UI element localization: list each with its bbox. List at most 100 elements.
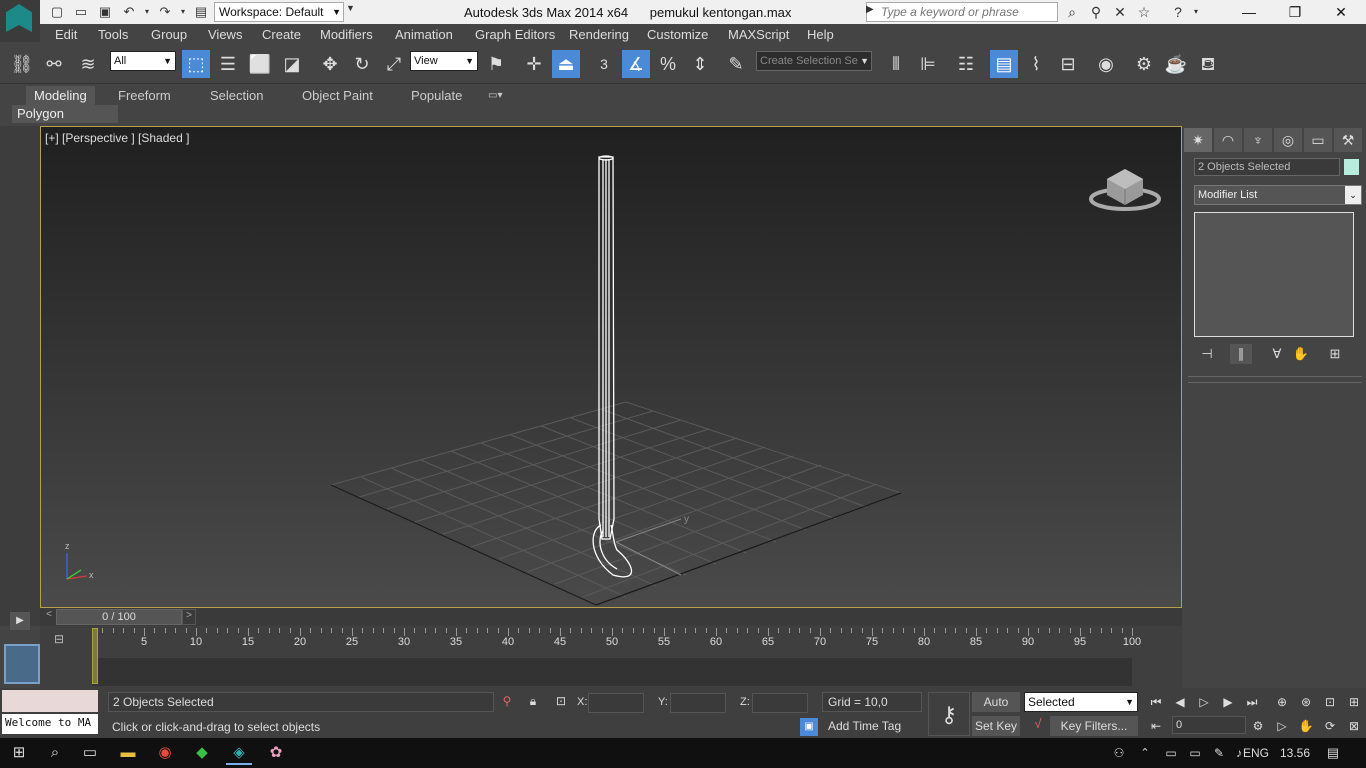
x-coord-field[interactable]: [588, 693, 644, 713]
undo-dropdown-icon[interactable]: ▾: [138, 3, 156, 21]
remove-modifier-icon[interactable]: ✋: [1290, 344, 1312, 364]
chrome-icon[interactable]: ◉: [152, 741, 178, 765]
reference-coordinate-dropdown[interactable]: View ▼: [410, 51, 478, 71]
notepad-plus-icon[interactable]: ◆: [189, 741, 215, 765]
absolute-mode-transform-icon[interactable]: ⊡: [552, 694, 570, 710]
modify-tab-icon[interactable]: ◠: [1214, 128, 1242, 152]
set-key-button[interactable]: Set Key: [972, 716, 1020, 736]
menu-rendering[interactable]: Rendering: [569, 27, 629, 42]
tab-freeform[interactable]: Freeform: [118, 86, 171, 106]
menu-create[interactable]: Create: [262, 27, 301, 42]
ribbon-panel-polygon-modeling[interactable]: Polygon Modeling: [12, 105, 118, 139]
current-time-marker[interactable]: [92, 628, 98, 684]
display-tab-icon[interactable]: ▭: [1304, 128, 1332, 152]
make-unique-icon[interactable]: ∀: [1266, 344, 1288, 364]
previous-frame-icon[interactable]: ◀: [1170, 692, 1190, 712]
rectangular-selection-icon[interactable]: ⬜: [246, 50, 274, 78]
set-keys-key-icon[interactable]: ⚷: [928, 692, 970, 736]
subscription-icon[interactable]: ⚲: [1086, 3, 1106, 21]
tab-modeling[interactable]: Modeling: [26, 86, 95, 106]
unlink-icon[interactable]: ⚯: [40, 50, 68, 78]
percent-snap-icon[interactable]: %: [654, 50, 682, 78]
search-icon[interactable]: ⌕: [42, 741, 68, 765]
save-icon[interactable]: ▣: [96, 3, 114, 21]
communication-center-icon[interactable]: ✕: [1110, 3, 1130, 21]
menu-help[interactable]: Help: [807, 27, 834, 42]
restore-icon[interactable]: ❐: [1272, 0, 1318, 24]
auto-key-button[interactable]: Auto Key: [972, 692, 1020, 729]
object-color-swatch[interactable]: [1344, 159, 1359, 175]
named-selection-sets-dropdown[interactable]: Create Selection Se ▼: [756, 51, 872, 71]
notifications-icon[interactable]: ▤: [1320, 741, 1346, 765]
utilities-tab-icon[interactable]: ⚒: [1334, 128, 1362, 152]
binoculars-icon[interactable]: ⌕: [1062, 3, 1082, 21]
object-name-field[interactable]: 2 Objects Selected: [1194, 158, 1340, 176]
mirror-icon[interactable]: ⫴: [882, 50, 910, 78]
key-filters-button[interactable]: Key Filters...: [1050, 716, 1138, 736]
select-object-icon[interactable]: ⬚: [182, 50, 210, 78]
pan-view-icon[interactable]: ✋: [1296, 716, 1316, 736]
select-and-link-icon[interactable]: ⛓: [8, 50, 36, 78]
orbit-icon[interactable]: ⟳: [1320, 716, 1340, 736]
modifier-stack[interactable]: [1194, 212, 1354, 337]
pivot-center-icon[interactable]: ⚑: [482, 50, 510, 78]
menu-modifiers[interactable]: Modifiers: [320, 27, 373, 42]
track-bar-ruler[interactable]: 5 10 15 20 25 30 35 40 45 50 55 60 65 70 75 80 85 90 95 100: [92, 626, 1141, 658]
open-file-icon[interactable]: ▭: [72, 3, 90, 21]
select-and-rotate-icon[interactable]: ↻: [348, 50, 376, 78]
open-mini-curve-editor-icon[interactable]: ⊟: [54, 632, 64, 646]
battery-icon[interactable]: ▭: [1182, 741, 1208, 765]
perspective-viewport[interactable]: [+] [Perspective ] [Shaded ] y z x: [40, 126, 1182, 608]
modifier-list-dropdown[interactable]: Modifier List ⌄: [1194, 185, 1362, 205]
field-of-view-icon[interactable]: ▷: [1272, 716, 1292, 736]
render-setup-icon[interactable]: ⚙: [1130, 50, 1158, 78]
viewcube[interactable]: [1089, 169, 1161, 211]
select-and-move-icon[interactable]: ✥: [316, 50, 344, 78]
rendered-frame-window-icon[interactable]: ☕: [1162, 50, 1190, 78]
zoom-icon[interactable]: ⊕: [1272, 692, 1292, 712]
selection-lock-icon[interactable]: 🔒︎: [524, 694, 542, 710]
selection-filter-dropdown[interactable]: All ▼: [110, 51, 176, 71]
network-icon[interactable]: ▭: [1158, 741, 1184, 765]
tab-object-paint[interactable]: Object Paint: [302, 86, 373, 106]
edit-named-selection-icon[interactable]: ✎: [722, 50, 750, 78]
maximize-viewport-icon[interactable]: ⊠: [1344, 716, 1364, 736]
file-explorer-icon[interactable]: ▬: [115, 741, 141, 765]
zoom-extents-all-icon[interactable]: ⊞: [1344, 692, 1364, 712]
time-slider-prev-icon[interactable]: <: [42, 609, 56, 625]
isolate-selection-icon[interactable]: ⚲: [498, 694, 516, 710]
z-coord-field[interactable]: [752, 693, 808, 713]
configure-modifier-sets-icon[interactable]: ⊞: [1324, 344, 1346, 364]
window-crossing-icon[interactable]: ◪: [278, 50, 306, 78]
menu-maxscript[interactable]: MAXScript: [728, 27, 789, 42]
tab-selection[interactable]: Selection: [210, 86, 263, 106]
menu-customize[interactable]: Customize: [647, 27, 708, 42]
maxscript-listener-output[interactable]: Welcome to MA: [2, 714, 98, 734]
redo-icon[interactable]: ↷: [156, 3, 174, 21]
select-by-name-icon[interactable]: ☰: [214, 50, 242, 78]
key-target-dropdown[interactable]: Selected ▼: [1024, 692, 1138, 712]
task-view-icon[interactable]: ▭: [77, 741, 103, 765]
viewport-layout-icon[interactable]: [4, 644, 40, 684]
new-file-icon[interactable]: ▢: [48, 3, 66, 21]
time-tag-icon[interactable]: ▣: [800, 718, 818, 736]
maxscript-listener-input[interactable]: [2, 690, 98, 712]
key-mode-toggle-icon[interactable]: ⇤: [1146, 716, 1166, 736]
time-slider[interactable]: < 0 / 100 >: [40, 608, 1182, 626]
zoom-all-icon[interactable]: ⊛: [1296, 692, 1316, 712]
y-coord-field[interactable]: [670, 693, 726, 713]
go-to-start-icon[interactable]: ⏮: [1146, 692, 1166, 712]
pin-stack-icon[interactable]: ⊣: [1196, 344, 1218, 364]
ribbon-options-icon[interactable]: ▭▾: [488, 86, 502, 106]
paint-icon[interactable]: ✿: [263, 741, 289, 765]
track-bar-keys-area[interactable]: [92, 658, 1132, 686]
keyboard-shortcut-override-icon[interactable]: ⏏: [552, 50, 580, 78]
angle-snap-icon[interactable]: ∡: [622, 50, 650, 78]
help-icon[interactable]: ?: [1168, 3, 1188, 21]
selected-mallet-object[interactable]: [592, 155, 633, 578]
track-bar[interactable]: ⊟ 5 10 15 20 25 30 35 40 45 50 55 60 65 70 75 80 85 90 95 1…: [40, 626, 1182, 688]
clock[interactable]: 13.56: [1280, 746, 1310, 760]
menu-group[interactable]: Group: [151, 27, 187, 42]
favorites-star-icon[interactable]: ☆: [1134, 3, 1154, 21]
search-input[interactable]: [866, 2, 1058, 22]
